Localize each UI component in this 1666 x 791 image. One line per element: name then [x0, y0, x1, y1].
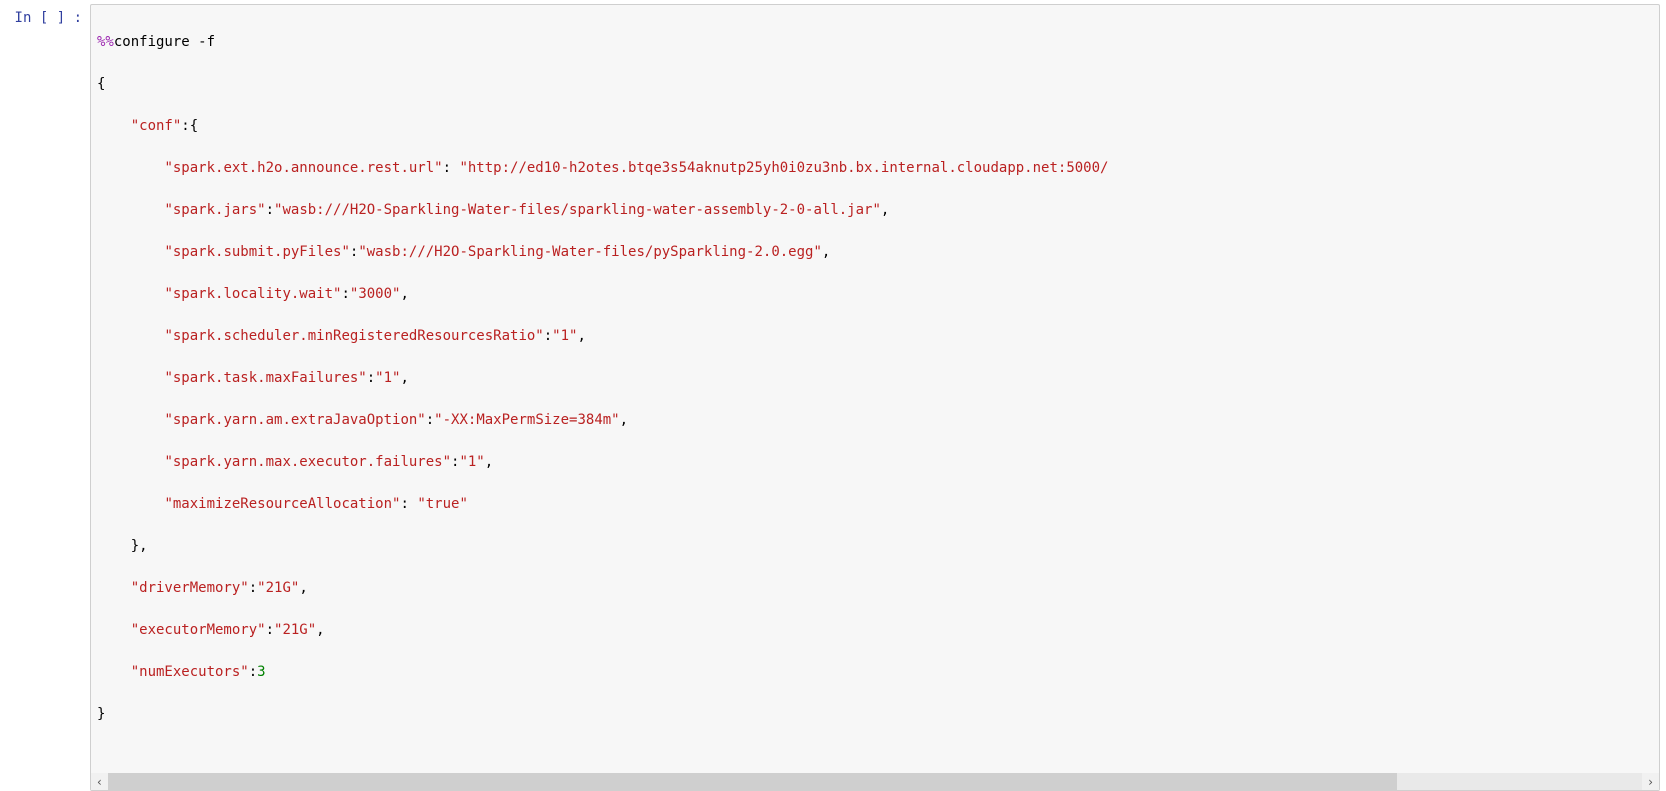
json-key: "spark.ext.h2o.announce.rest.url" [164, 160, 442, 176]
code-line[interactable]: "spark.ext.h2o.announce.rest.url": "http… [97, 158, 1659, 179]
json-value: "21G" [257, 580, 299, 596]
code-text: , [577, 328, 585, 344]
code-text: , [485, 454, 493, 470]
indent [97, 454, 164, 470]
json-value: "3000" [350, 286, 401, 302]
indent [97, 370, 164, 386]
code-line[interactable]: "spark.yarn.am.extraJavaOption":"-XX:Max… [97, 410, 1659, 431]
json-key: "spark.scheduler.minRegisteredResourcesR… [164, 328, 543, 344]
indent [97, 118, 131, 134]
code-line[interactable]: "spark.yarn.max.executor.failures":"1", [97, 452, 1659, 473]
code-text: : [249, 580, 257, 596]
code-text: }, [97, 538, 148, 554]
json-key: "numExecutors" [131, 664, 249, 680]
prompt-open-bracket: [ [40, 10, 48, 26]
json-key: "conf" [131, 118, 182, 134]
prompt-close-bracket: ] [57, 10, 65, 26]
code-text: : [341, 286, 349, 302]
code-text: : [367, 370, 375, 386]
code-line[interactable]: "spark.locality.wait":"3000", [97, 284, 1659, 305]
json-value: "1" [552, 328, 577, 344]
indent [97, 160, 164, 176]
json-value: "1" [459, 454, 484, 470]
json-value: "-XX:MaxPermSize=384m" [434, 412, 619, 428]
input-prompt: In [ ] : [0, 4, 90, 29]
code-text: : [266, 622, 274, 638]
code-line[interactable]: "spark.submit.pyFiles":"wasb:///H2O-Spar… [97, 242, 1659, 263]
indent [97, 664, 131, 680]
json-value: "1" [375, 370, 400, 386]
json-value: "wasb:///H2O-Sparkling-Water-files/pySpa… [358, 244, 822, 260]
json-key: "spark.jars" [164, 202, 265, 218]
indent [97, 412, 164, 428]
code-line[interactable]: "executorMemory":"21G", [97, 620, 1659, 641]
json-number: 3 [257, 664, 265, 680]
code-line[interactable]: "numExecutors":3 [97, 662, 1659, 683]
code-line[interactable]: "spark.scheduler.minRegisteredResourcesR… [97, 326, 1659, 347]
json-value: "21G" [274, 622, 316, 638]
scrollbar-thumb[interactable] [108, 773, 1397, 790]
code-line[interactable]: "spark.jars":"wasb:///H2O-Sparkling-Wate… [97, 200, 1659, 221]
code-text: : [400, 496, 417, 512]
code-input-area[interactable]: %%configure -f { "conf":{ "spark.ext.h2o… [90, 4, 1660, 791]
code-viewport[interactable]: %%configure -f { "conf":{ "spark.ext.h2o… [91, 5, 1659, 773]
code-text: , [400, 370, 408, 386]
magic-token: %% [97, 34, 114, 50]
indent [97, 328, 164, 344]
code-line[interactable]: "spark.task.maxFailures":"1", [97, 368, 1659, 389]
indent [97, 496, 164, 512]
code-text: { [97, 76, 105, 92]
code-text: : [443, 160, 460, 176]
indent [97, 202, 164, 218]
horizontal-scrollbar[interactable]: ‹ › [91, 773, 1659, 790]
indent [97, 244, 164, 260]
indent [97, 580, 131, 596]
code-line[interactable]: { [97, 74, 1659, 95]
notebook-code-cell: In [ ] : %%configure -f { "conf":{ "spar… [0, 0, 1666, 791]
json-key: "maximizeResourceAllocation" [164, 496, 400, 512]
code-line[interactable]: } [97, 704, 1659, 725]
prompt-in-label: In [15, 10, 32, 26]
indent [97, 286, 164, 302]
json-value: "true" [417, 496, 468, 512]
code-line[interactable]: %%configure -f [97, 32, 1659, 53]
json-key: "executorMemory" [131, 622, 266, 638]
json-key: "spark.task.maxFailures" [164, 370, 366, 386]
code-text: configure -f [114, 34, 215, 50]
code-text: : [544, 328, 552, 344]
scrollbar-track[interactable] [108, 773, 1642, 790]
json-key: "spark.locality.wait" [164, 286, 341, 302]
code-line[interactable]: "maximizeResourceAllocation": "true" [97, 494, 1659, 515]
code-text: , [620, 412, 628, 428]
code-text: :{ [181, 118, 198, 134]
code-line[interactable]: "driverMemory":"21G", [97, 578, 1659, 599]
json-key: "spark.submit.pyFiles" [164, 244, 349, 260]
code-text: } [97, 706, 105, 722]
code-text: : [426, 412, 434, 428]
code-text: : [249, 664, 257, 680]
code-line[interactable]: }, [97, 536, 1659, 557]
prompt-colon: : [74, 10, 82, 26]
code-text: : [266, 202, 274, 218]
indent [97, 622, 131, 638]
json-value: "http://ed10-h2otes.btqe3s54aknutp25yh0i… [459, 160, 1108, 176]
code-text: , [316, 622, 324, 638]
code-text: , [881, 202, 889, 218]
json-value: "wasb:///H2O-Sparkling-Water-files/spark… [274, 202, 881, 218]
scroll-right-arrow-icon[interactable]: › [1642, 773, 1659, 790]
json-key: "driverMemory" [131, 580, 249, 596]
code-text: , [822, 244, 830, 260]
code-line[interactable]: "conf":{ [97, 116, 1659, 137]
code-text: , [299, 580, 307, 596]
scroll-left-arrow-icon[interactable]: ‹ [91, 773, 108, 790]
json-key: "spark.yarn.am.extraJavaOption" [164, 412, 425, 428]
code-text: , [400, 286, 408, 302]
json-key: "spark.yarn.max.executor.failures" [164, 454, 451, 470]
